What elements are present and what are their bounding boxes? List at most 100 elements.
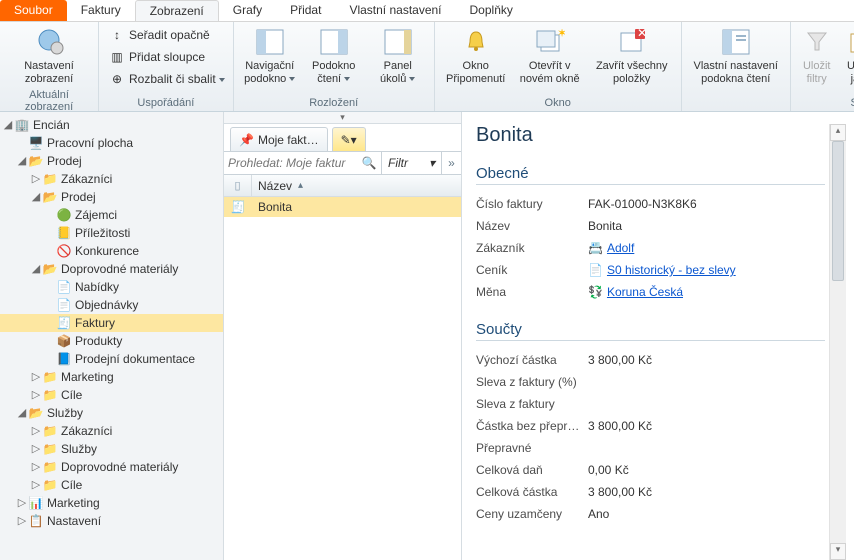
- scroll-up-button[interactable]: ▴: [830, 124, 846, 141]
- tree-item-c-le[interactable]: ▷📁Cíle: [0, 386, 223, 404]
- tree-item-konkurence[interactable]: 🚫Konkurence: [0, 242, 223, 260]
- collapse-icon[interactable]: ◢: [16, 406, 28, 420]
- tree-item-slu-by[interactable]: ◢📂Služby: [0, 404, 223, 422]
- menu-tab-doplnky[interactable]: Doplňky: [456, 0, 527, 21]
- sort-reverse-button[interactable]: ↕Seřadit opačně: [105, 24, 229, 46]
- tree-item-objedn-vky[interactable]: 📄Objednávky: [0, 296, 223, 314]
- scroll-thumb[interactable]: [832, 141, 844, 281]
- expand-icon[interactable]: ▷: [30, 442, 42, 456]
- save-as-button[interactable]: ✶Uložit jako: [839, 24, 854, 88]
- tree-item-pracovn-plocha[interactable]: 🖥️Pracovní plocha: [0, 134, 223, 152]
- k-total: Celková částka: [476, 485, 588, 499]
- tree-item-z-kazn-ci[interactable]: ▷📁Zákazníci: [0, 170, 223, 188]
- tree-item-nab-dky[interactable]: 📄Nabídky: [0, 278, 223, 296]
- tree-item-label: Prodej: [47, 154, 82, 168]
- reading-pane-icon: [302, 26, 366, 58]
- menu-tab-pridat[interactable]: Přidat: [276, 0, 335, 21]
- tree-item-prodejn-dokumentace[interactable]: 📘Prodejní dokumentace: [0, 350, 223, 368]
- section-head-general: Obecné: [476, 165, 825, 185]
- menu-tab-grafy[interactable]: Grafy: [219, 0, 276, 21]
- k-locked: Ceny uzamčeny: [476, 507, 588, 521]
- expand-icon[interactable]: ▷: [30, 424, 42, 438]
- ribbon: Nastavení zobrazení Aktuální zobrazení ↕…: [0, 22, 854, 112]
- nav-tree: ◢🏢Encián 🖥️Pracovní plocha◢📂Prodej▷📁Záka…: [0, 112, 224, 560]
- task-panel-button[interactable]: Panel úkolů: [366, 24, 430, 88]
- expand-collapse-button[interactable]: ⊕Rozbalit či sbalit: [105, 68, 229, 90]
- tree-item-label: Zákazníci: [61, 424, 112, 438]
- tree-item-faktury[interactable]: 🧾Faktury: [0, 314, 223, 332]
- folder-s-icon: 📂: [28, 405, 44, 421]
- tree-item-produkty[interactable]: 📦Produkty: [0, 332, 223, 350]
- tree-item-marketing[interactable]: ▷📊Marketing: [0, 494, 223, 512]
- list-row[interactable]: 🧾Bonita: [224, 197, 461, 217]
- tree-item-label: Služby: [47, 406, 83, 420]
- tree-item-doprovodn-materi-ly[interactable]: ▷📁Doprovodné materiály: [0, 458, 223, 476]
- view-settings-button[interactable]: Nastavení zobrazení: [4, 24, 94, 88]
- tree-item-label: Cíle: [61, 478, 82, 492]
- tree-item-marketing[interactable]: ▷📁Marketing: [0, 368, 223, 386]
- list-col-name[interactable]: Název▴: [252, 179, 461, 193]
- pin-icon: 📌: [239, 133, 254, 147]
- save-filters-button[interactable]: Uložit filtry: [795, 24, 839, 88]
- pricelist-link[interactable]: S0 historický - bez slevy: [607, 263, 736, 277]
- expand-handle-top[interactable]: ▾: [224, 112, 461, 124]
- settings-icon: 📋: [28, 513, 44, 529]
- expand-icon[interactable]: ▷: [30, 370, 42, 384]
- columns-icon: ▥: [109, 49, 125, 65]
- v-net: 3 800,00 Kč: [588, 419, 825, 433]
- expand-icon[interactable]: ▷: [30, 478, 42, 492]
- k-disc: Sleva z faktury: [476, 397, 588, 411]
- v-total: 3 800,00 Kč: [588, 485, 825, 499]
- tree-item-label: Nabídky: [75, 280, 119, 294]
- k-discpct: Sleva z faktury (%): [476, 375, 588, 389]
- k-invoice-no: Číslo faktury: [476, 197, 588, 211]
- menu-tab-vlastni[interactable]: Vlastní nastavení: [335, 0, 455, 21]
- add-columns-button[interactable]: ▥Přidat sloupce: [105, 46, 229, 68]
- collapse-icon[interactable]: ◢: [30, 262, 42, 276]
- list-tab-my-invoices[interactable]: 📌Moje fakt…: [230, 127, 328, 151]
- expand-icon[interactable]: ▷: [16, 514, 28, 528]
- open-new-window-button[interactable]: ✶Otevřít v novém okně: [513, 24, 587, 88]
- tree-item-c-le[interactable]: ▷📁Cíle: [0, 476, 223, 494]
- expand-icon[interactable]: ▷: [16, 496, 28, 510]
- filter-dropdown[interactable]: Filtr▾: [381, 152, 441, 174]
- expand-icon[interactable]: ▷: [30, 460, 42, 474]
- tree-item-slu-by[interactable]: ▷📁Služby: [0, 440, 223, 458]
- tree-item-z-jemci[interactable]: 🟢Zájemci: [0, 206, 223, 224]
- menu-tab-file[interactable]: Soubor: [0, 0, 67, 21]
- tree-item-label: Nastavení: [47, 514, 101, 528]
- reminders-window-button[interactable]: Okno Připomenutí: [439, 24, 513, 88]
- reading-pane-button[interactable]: Podokno čtení: [302, 24, 366, 88]
- list-col-icon[interactable]: ▯: [224, 175, 252, 196]
- search-button[interactable]: 🔍: [357, 152, 381, 174]
- nav-pane-button[interactable]: Navigační podokno: [238, 24, 302, 88]
- tree-item-doprovodn-materi-ly[interactable]: ◢📂Doprovodné materiály: [0, 260, 223, 278]
- scrollbar[interactable]: ▴ ▾: [829, 124, 846, 560]
- tree-root[interactable]: ◢🏢Encián: [0, 116, 223, 134]
- folder-icon: 📁: [42, 459, 58, 475]
- list-tab-new[interactable]: ✎▾: [332, 127, 366, 151]
- reading-pane-settings-button[interactable]: Vlastní nastavení podokna čtení: [686, 24, 786, 88]
- close-all-button[interactable]: ✕Zavřít všechny položky: [587, 24, 677, 88]
- tree-item-nastaven-[interactable]: ▷📋Nastavení: [0, 512, 223, 530]
- search-input[interactable]: [228, 156, 353, 170]
- tree-item-p-le-itosti[interactable]: 📒Příležitosti: [0, 224, 223, 242]
- menu-tab-zobrazeni[interactable]: Zobrazení: [135, 0, 219, 21]
- menu-tab-faktury[interactable]: Faktury: [67, 0, 135, 21]
- tree-item-prodej[interactable]: ◢📂Prodej: [0, 152, 223, 170]
- collapse-icon[interactable]: ◢: [30, 190, 42, 204]
- opp-icon: 📒: [56, 225, 72, 241]
- k-customer: Zákazník: [476, 241, 588, 255]
- page-icon: ▯: [234, 179, 240, 192]
- order-icon: 📄: [56, 297, 72, 313]
- collapse-icon[interactable]: ◢: [16, 154, 28, 168]
- expand-icon[interactable]: ▷: [30, 172, 42, 186]
- currency-link[interactable]: Koruna Česká: [607, 285, 683, 299]
- expand-icon[interactable]: ▷: [30, 388, 42, 402]
- tree-item-z-kazn-ci[interactable]: ▷📁Zákazníci: [0, 422, 223, 440]
- expand-search-button[interactable]: »: [441, 152, 461, 174]
- crm-icon: 🏢: [14, 117, 30, 133]
- tree-item-prodej[interactable]: ◢📂Prodej: [0, 188, 223, 206]
- scroll-down-button[interactable]: ▾: [830, 543, 846, 560]
- customer-link[interactable]: Adolf: [607, 241, 634, 255]
